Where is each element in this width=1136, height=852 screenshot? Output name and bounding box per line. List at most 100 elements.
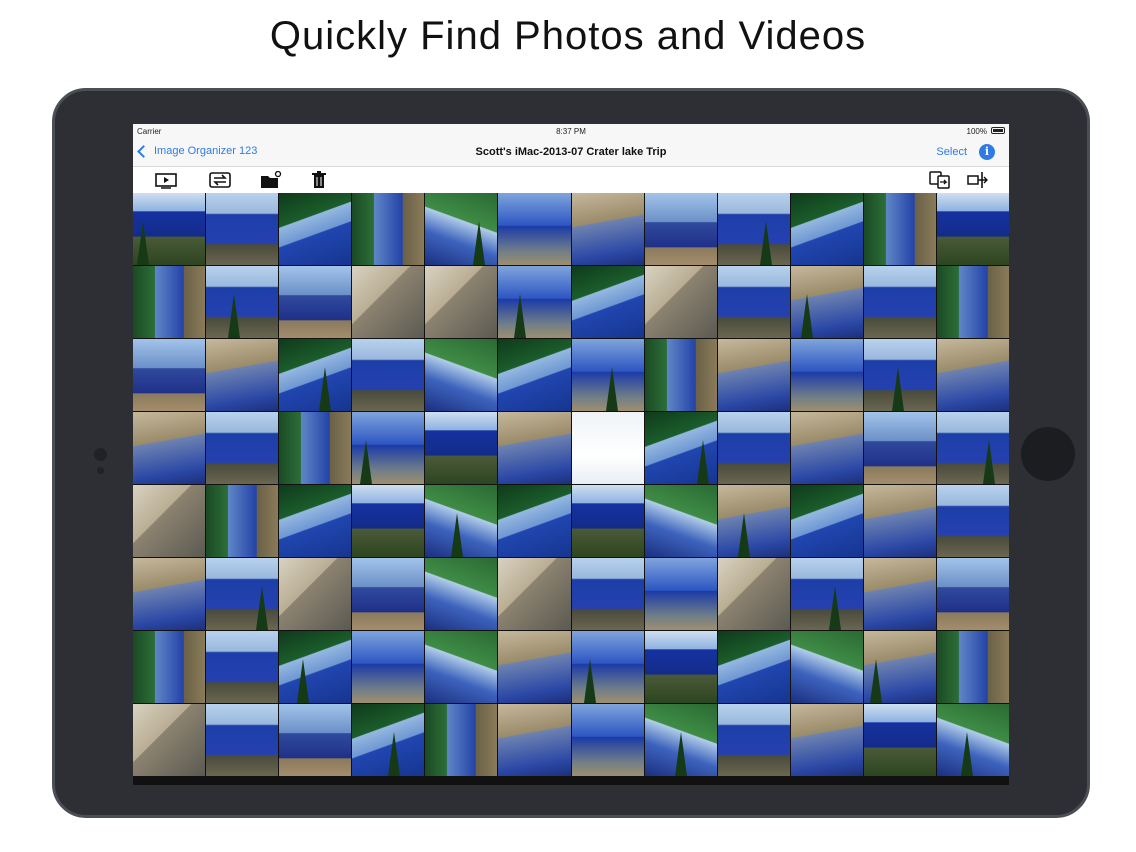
photo-thumbnail[interactable] [279, 412, 352, 484]
photo-thumbnail[interactable] [863, 631, 936, 703]
photo-thumbnail[interactable] [936, 266, 1009, 338]
photo-thumbnail[interactable] [790, 339, 863, 411]
photo-thumbnail[interactable] [717, 193, 790, 265]
photo-thumbnail[interactable] [352, 193, 425, 265]
photo-thumbnail[interactable] [425, 558, 498, 630]
photo-thumbnail[interactable] [644, 193, 717, 265]
photo-thumbnail[interactable] [644, 339, 717, 411]
photo-thumbnail[interactable] [717, 631, 790, 703]
photo-thumbnail[interactable] [206, 485, 279, 557]
photo-thumbnail[interactable] [790, 193, 863, 265]
photo-thumbnail[interactable] [863, 412, 936, 484]
photo-thumbnail[interactable] [717, 339, 790, 411]
photo-thumbnail[interactable] [498, 631, 571, 703]
photo-thumbnail[interactable] [863, 339, 936, 411]
photo-thumbnail[interactable] [571, 339, 644, 411]
photo-thumbnail[interactable] [279, 339, 352, 411]
photo-thumbnail[interactable] [352, 339, 425, 411]
photo-thumbnail[interactable] [717, 266, 790, 338]
photo-thumbnail[interactable] [863, 704, 936, 776]
photo-thumbnail[interactable] [425, 485, 498, 557]
photo-thumbnail[interactable] [790, 558, 863, 630]
photo-thumbnail[interactable] [790, 485, 863, 557]
photo-thumbnail[interactable] [425, 412, 498, 484]
photo-thumbnail[interactable] [863, 266, 936, 338]
photo-thumbnail[interactable] [206, 339, 279, 411]
photo-thumbnail[interactable] [352, 704, 425, 776]
photo-thumbnail[interactable] [790, 412, 863, 484]
photo-thumbnail[interactable] [863, 558, 936, 630]
info-icon[interactable]: i [979, 144, 995, 160]
photo-thumbnail[interactable] [790, 704, 863, 776]
photo-thumbnail[interactable] [279, 193, 352, 265]
home-button[interactable] [1021, 427, 1075, 481]
photo-thumbnail[interactable] [571, 412, 644, 484]
photo-thumbnail[interactable] [644, 704, 717, 776]
photo-thumbnail[interactable] [644, 558, 717, 630]
photo-thumbnail[interactable] [279, 558, 352, 630]
photo-thumbnail[interactable] [206, 193, 279, 265]
photo-thumbnail[interactable] [206, 704, 279, 776]
photo-thumbnail[interactable] [936, 704, 1009, 776]
photo-thumbnail[interactable] [206, 631, 279, 703]
photo-thumbnail[interactable] [498, 412, 571, 484]
photo-thumbnail[interactable] [936, 558, 1009, 630]
photo-thumbnail[interactable] [133, 193, 206, 265]
photo-thumbnail[interactable] [863, 485, 936, 557]
photo-thumbnail[interactable] [279, 704, 352, 776]
photo-thumbnail[interactable] [425, 193, 498, 265]
photo-thumbnail[interactable] [644, 485, 717, 557]
photo-thumbnail[interactable] [571, 485, 644, 557]
photo-thumbnail[interactable] [133, 631, 206, 703]
photo-thumbnail[interactable] [571, 193, 644, 265]
photo-thumbnail[interactable] [571, 266, 644, 338]
copy-to-icon[interactable] [929, 171, 951, 189]
photo-thumbnail[interactable] [133, 485, 206, 557]
photo-thumbnail[interactable] [133, 704, 206, 776]
photo-thumbnail[interactable] [498, 266, 571, 338]
photo-thumbnail[interactable] [279, 266, 352, 338]
photo-thumbnail[interactable] [936, 339, 1009, 411]
photo-thumbnail[interactable] [936, 485, 1009, 557]
photo-thumbnail[interactable] [133, 339, 206, 411]
photo-thumbnail[interactable] [352, 485, 425, 557]
photo-thumbnail[interactable] [279, 631, 352, 703]
photo-thumbnail[interactable] [206, 558, 279, 630]
photo-thumbnail[interactable] [425, 266, 498, 338]
trash-icon[interactable] [308, 171, 330, 189]
move-to-icon[interactable] [967, 171, 989, 189]
photo-thumbnail[interactable] [133, 558, 206, 630]
photo-thumbnail[interactable] [133, 412, 206, 484]
photo-thumbnail[interactable] [644, 412, 717, 484]
photo-thumbnail[interactable] [133, 266, 206, 338]
photo-thumbnail[interactable] [352, 558, 425, 630]
photo-thumbnail[interactable] [717, 412, 790, 484]
photo-thumbnail[interactable] [790, 266, 863, 338]
select-button[interactable]: Select [936, 146, 967, 158]
photo-thumbnail[interactable] [571, 558, 644, 630]
photo-thumbnail[interactable] [206, 266, 279, 338]
photo-thumbnail[interactable] [863, 193, 936, 265]
photo-thumbnail[interactable] [936, 412, 1009, 484]
photo-thumbnail[interactable] [790, 631, 863, 703]
photo-thumbnail[interactable] [571, 704, 644, 776]
photo-thumbnail[interactable] [425, 339, 498, 411]
photo-thumbnail[interactable] [717, 558, 790, 630]
photo-thumbnail[interactable] [498, 485, 571, 557]
photo-thumbnail[interactable] [352, 412, 425, 484]
photo-thumbnail[interactable] [498, 339, 571, 411]
photo-thumbnail[interactable] [644, 266, 717, 338]
photo-thumbnail[interactable] [425, 704, 498, 776]
photo-thumbnail[interactable] [644, 631, 717, 703]
photo-thumbnail[interactable] [717, 704, 790, 776]
repeat-icon[interactable] [209, 171, 231, 189]
photo-thumbnail[interactable] [206, 412, 279, 484]
photo-thumbnail[interactable] [571, 631, 644, 703]
photo-thumbnail[interactable] [498, 193, 571, 265]
slideshow-icon[interactable] [155, 171, 177, 189]
photo-thumbnail[interactable] [498, 704, 571, 776]
photo-thumbnail[interactable] [936, 631, 1009, 703]
photo-thumbnail[interactable] [936, 193, 1009, 265]
photo-thumbnail[interactable] [352, 631, 425, 703]
photo-thumbnail[interactable] [498, 558, 571, 630]
